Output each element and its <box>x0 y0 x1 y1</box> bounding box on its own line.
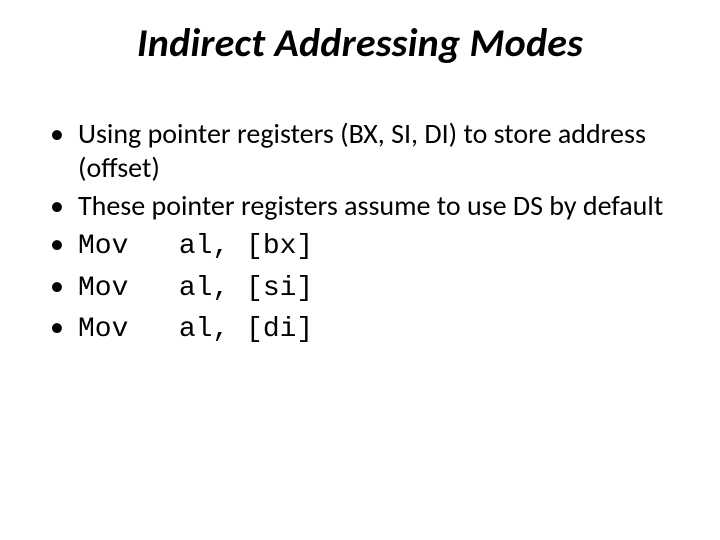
list-item: Mov al, [di] <box>74 310 680 347</box>
slide-title: Indirect Addressing Modes <box>40 18 680 67</box>
code-line: Mov al, [si] <box>78 273 313 304</box>
slide: Indirect Addressing Modes Using pointer … <box>0 0 720 540</box>
list-item: Mov al, [bx] <box>74 227 680 264</box>
code-line: Mov al, [bx] <box>78 231 313 262</box>
list-item-text: These pointer registers assume to use DS… <box>78 188 663 223</box>
list-item: Using pointer registers (BX, SI, DI) to … <box>74 117 680 185</box>
bullet-list: Using pointer registers (BX, SI, DI) to … <box>40 117 680 347</box>
list-item: Mov al, [si] <box>74 269 680 306</box>
list-item: These pointer registers assume to use DS… <box>74 189 680 223</box>
code-line: Mov al, [di] <box>78 314 313 345</box>
list-item-text: Using pointer registers (BX, SI, DI) to … <box>78 116 646 185</box>
